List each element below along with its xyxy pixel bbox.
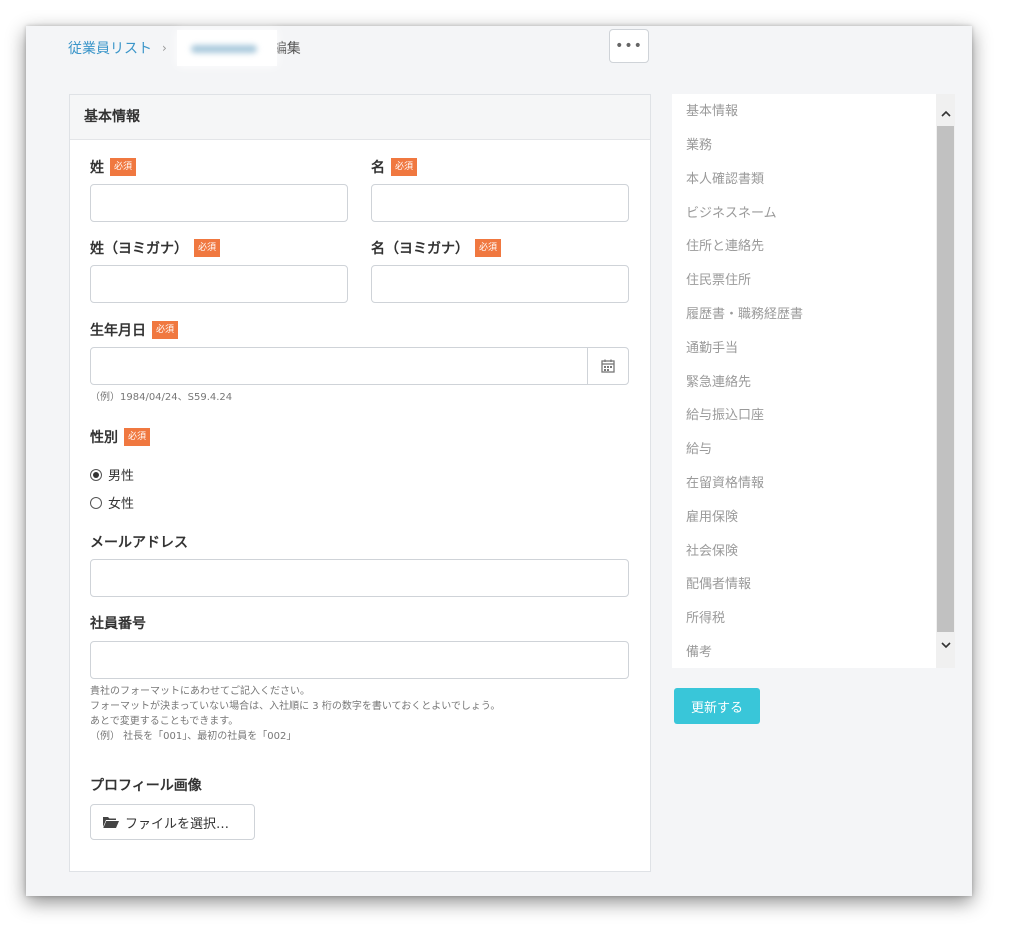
- scroll-down-button[interactable]: [936, 636, 955, 654]
- nav-item-employment-insurance[interactable]: 雇用保険: [686, 506, 738, 525]
- nav-scrollbar[interactable]: [936, 94, 955, 668]
- breadcrumb-redacted-name: [176, 30, 277, 66]
- scroll-thumb[interactable]: [937, 126, 954, 632]
- scroll-up-button[interactable]: [936, 104, 955, 122]
- update-button[interactable]: 更新する: [674, 688, 760, 724]
- last-name-kana-label: 姓（ヨミガナ） 必須: [90, 238, 221, 258]
- first-name-kana-input[interactable]: [371, 265, 629, 303]
- first-name-label: 名 必須: [371, 157, 418, 177]
- first-name-label-text: 名: [371, 160, 385, 176]
- gender-option-female[interactable]: 女性: [90, 493, 134, 512]
- nav-item-salary-account[interactable]: 給与振込口座: [686, 404, 764, 423]
- gender-label: 性別 必須: [90, 427, 151, 447]
- birthdate-input[interactable]: [90, 347, 629, 385]
- nav-item-notes[interactable]: 備考: [686, 641, 712, 660]
- nav-item-resume[interactable]: 履歴書・職務経歴書: [686, 303, 803, 322]
- calendar-icon: [601, 359, 615, 373]
- choose-file-label: ファイルを選択…: [125, 816, 230, 832]
- chevron-up-icon: [940, 110, 951, 117]
- employee-number-hint: 貴社のフォーマットにあわせてご記入ください。 フォーマットが決まっていない場合は…: [90, 684, 500, 744]
- profile-image-label: プロフィール画像: [90, 775, 202, 795]
- first-name-kana-label: 名（ヨミガナ） 必須: [371, 238, 502, 258]
- profile-image-label-text: プロフィール画像: [90, 778, 202, 794]
- first-name-input[interactable]: [371, 184, 629, 222]
- nav-item-spouse-info[interactable]: 配偶者情報: [686, 573, 751, 592]
- employee-number-hint-line: あとで変更することもできます。: [90, 716, 239, 727]
- birthdate-hint: （例）1984/04/24、S59.4.24: [90, 392, 233, 403]
- gender-label-text: 性別: [90, 430, 118, 446]
- last-name-kana-input[interactable]: [90, 265, 348, 303]
- required-badge: 必須: [124, 428, 151, 446]
- nav-item-resident-address[interactable]: 住民票住所: [686, 269, 751, 288]
- nav-item-salary[interactable]: 給与: [686, 438, 712, 457]
- nav-item-id-documents[interactable]: 本人確認書類: [686, 168, 764, 187]
- birthdate-label-text: 生年月日: [90, 323, 146, 339]
- birthdate-label: 生年月日 必須: [90, 320, 179, 340]
- email-input[interactable]: [90, 559, 629, 597]
- required-badge: 必須: [152, 321, 179, 339]
- nav-item-social-insurance[interactable]: 社会保険: [686, 540, 738, 559]
- radio-female[interactable]: [90, 496, 102, 509]
- required-badge: 必須: [391, 158, 418, 176]
- nav-item-work[interactable]: 業務: [686, 134, 712, 153]
- nav-item-emergency-contact[interactable]: 緊急連絡先: [686, 371, 751, 390]
- breadcrumb-employee-list-link[interactable]: 従業員リスト: [68, 38, 152, 58]
- app-window: 従業員リスト › 編集 ••• 基本情報 姓 必須 名 必須 姓（ヨミガナ） 必…: [26, 26, 972, 896]
- employee-number-hint-line: （例） 社長を「001」、最初の社員を「002」: [90, 731, 297, 742]
- nav-item-basic-info[interactable]: 基本情報: [686, 100, 738, 119]
- employee-number-hint-line: フォーマットが決まっていない場合は、入社順に 3 桁の数字を書いておくとよいでし…: [90, 701, 501, 712]
- last-name-input[interactable]: [90, 184, 348, 222]
- required-badge: 必須: [110, 158, 137, 176]
- employee-number-label: 社員番号: [90, 613, 146, 633]
- employee-number-input[interactable]: [90, 641, 629, 679]
- folder-open-icon: [103, 817, 119, 828]
- first-name-kana-label-text: 名（ヨミガナ）: [371, 241, 469, 257]
- section-title: 基本情報: [70, 95, 650, 140]
- nav-item-residence-status[interactable]: 在留資格情報: [686, 472, 764, 491]
- email-label: メールアドレス: [90, 532, 188, 552]
- last-name-label: 姓 必須: [90, 157, 137, 177]
- nav-item-income-tax[interactable]: 所得税: [686, 607, 725, 626]
- breadcrumb: 従業員リスト › 編集: [68, 30, 301, 66]
- radio-male[interactable]: [90, 468, 102, 481]
- required-badge: 必須: [475, 239, 502, 257]
- choose-file-button[interactable]: ファイルを選択…: [90, 804, 255, 840]
- basic-info-card: 基本情報 姓 必須 名 必須 姓（ヨミガナ） 必須 名（ヨミガナ） 必須 生年月…: [69, 94, 651, 872]
- employee-number-hint-line: 貴社のフォーマットにあわせてご記入ください。: [90, 686, 310, 697]
- last-name-kana-label-text: 姓（ヨミガナ）: [90, 241, 188, 257]
- gender-male-label: 男性: [108, 469, 135, 484]
- nav-item-commute-allowance[interactable]: 通勤手当: [686, 337, 738, 356]
- gender-female-label: 女性: [108, 497, 135, 512]
- breadcrumb-current: 編集: [272, 41, 301, 57]
- section-nav: 基本情報 業務 本人確認書類 ビジネスネーム 住所と連絡先 住民票住所 履歴書・…: [672, 94, 938, 668]
- last-name-label-text: 姓: [90, 160, 104, 176]
- nav-item-address-contact[interactable]: 住所と連絡先: [686, 235, 764, 254]
- required-badge: 必須: [194, 239, 221, 257]
- more-options-button[interactable]: •••: [609, 29, 649, 63]
- calendar-button[interactable]: [587, 348, 628, 384]
- chevron-down-icon: [940, 641, 951, 648]
- gender-option-male[interactable]: 男性: [90, 465, 134, 484]
- email-label-text: メールアドレス: [90, 535, 188, 551]
- nav-item-business-name[interactable]: ビジネスネーム: [686, 202, 777, 221]
- breadcrumb-separator: ›: [162, 41, 167, 55]
- employee-number-label-text: 社員番号: [90, 616, 146, 632]
